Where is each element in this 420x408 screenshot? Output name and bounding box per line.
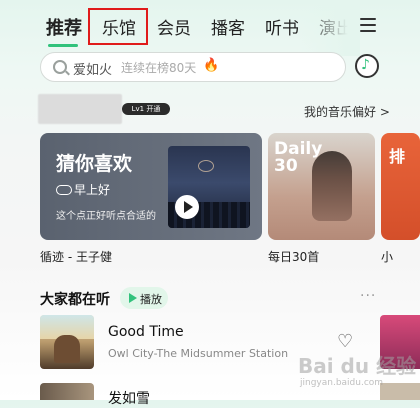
song-title[interactable]: Good Time [108,324,184,340]
guess-you-like-card[interactable]: 猜你喜欢 早上好 这个点正好听点合适的 [40,133,262,240]
tab-audiobook[interactable]: 听书 [265,14,299,39]
level-badge[interactable]: Lv1 开通 [122,103,170,115]
play-button[interactable] [175,195,199,219]
top-nav: 推荐 乐馆 会员 播客 听书 演出 [0,0,420,56]
song-cover-2[interactable] [40,383,94,400]
tab-recommend[interactable]: 推荐 [46,14,82,40]
search-icon [53,60,67,74]
tab-podcast[interactable]: 播客 [211,14,245,39]
card-greeting: 早上好 [74,183,111,197]
fire-icon: 🔥 [203,58,220,73]
music-recognition-button[interactable]: ♪ [355,54,379,78]
card-description: 这个点正好听点合适的 [56,211,156,222]
song-artist: Owl City-The Midsummer Station [108,347,289,360]
song-title-2[interactable]: 发如雪 [108,388,150,408]
next-song-cover-peek-2[interactable] [380,383,420,400]
daily-badge: Daily 30 [274,139,323,176]
watermark: Bai du 经验 [298,354,417,378]
active-tab-indicator [48,44,78,47]
daily-30-card[interactable]: Daily 30 [268,133,375,240]
tabs-fade [300,0,360,56]
search-query: 爱如火 [73,63,113,78]
daily-card-caption[interactable]: 每日30首 [268,248,319,265]
peek-badge: 排 [389,147,406,166]
main-card-caption[interactable]: 循迹 - 王子健 [40,248,112,265]
search-bar[interactable]: 爱如火 连续在榜80天 🔥 [40,52,346,82]
tab-vip[interactable]: 会员 [157,14,191,39]
play-all-button[interactable]: 播放 [120,287,168,309]
music-preference-link[interactable]: 我的音乐偏好 > [304,103,390,120]
music-note-icon: ♪ [361,57,370,73]
ranking-card-peek[interactable]: 排 [381,133,420,240]
cloud-icon [56,185,72,195]
play-all-label: 播放 [140,293,162,306]
heart-icon[interactable]: ♡ [337,331,353,352]
user-avatar-blurred[interactable] [38,94,122,124]
search-trend-text: 连续在榜80天 [121,61,197,75]
highlight-box [88,8,148,45]
song-cover[interactable] [40,315,94,369]
peek-card-caption[interactable]: 小 [381,248,393,265]
more-icon[interactable]: ··· [360,288,376,304]
card-title: 猜你喜欢 [56,153,133,175]
section-title: 大家都在听 [40,292,110,308]
play-icon [129,293,137,303]
menu-icon[interactable] [360,18,376,32]
watermark-url: jingyan.baidu.com [300,378,384,388]
